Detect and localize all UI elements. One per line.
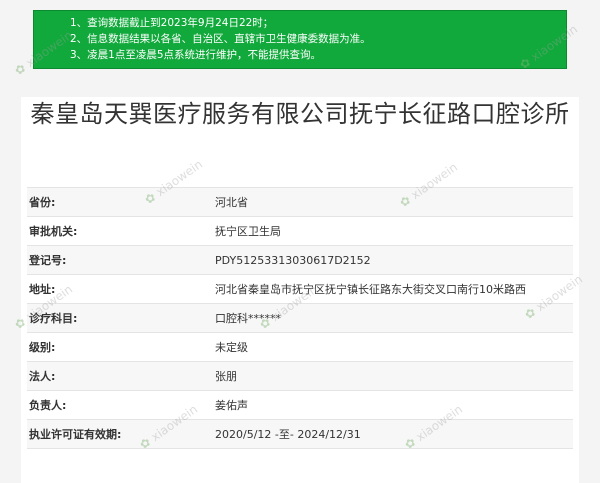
table-row-legal-person: 法人: 张朋 <box>27 362 573 391</box>
table-row-registration: 登记号: PDY51253313030617D2152 <box>27 246 573 275</box>
row-label: 级别: <box>29 341 56 354</box>
row-label: 诊疗科目: <box>29 312 78 325</box>
table-row-level: 级别: 未定级 <box>27 333 573 362</box>
row-label: 法人: <box>29 370 56 383</box>
notice-line-3: 3、凌晨1点至凌晨5点系统进行维护，不能提供查询。 <box>70 49 322 61</box>
notice-line-1: 1、查询数据截止到2023年9月24日22时； <box>70 17 274 29</box>
row-value: PDY51253313030617D2152 <box>215 253 371 267</box>
row-value: 抚宁区卫生局 <box>215 225 281 238</box>
row-label: 审批机关: <box>29 225 78 238</box>
table-row-province: 省份: 河北省 <box>27 188 573 217</box>
row-value: 河北省秦皇岛市抚宁区抚宁镇长征路东大街交叉口南行10米路西 <box>215 283 526 296</box>
leaf-logo-icon: ✿ <box>12 60 29 78</box>
table-row-departments: 诊疗科目: 口腔科****** <box>27 304 573 333</box>
row-value: 张朋 <box>215 370 237 383</box>
row-label: 省份: <box>29 196 56 209</box>
notice-line-2: 2、信息数据结果以各省、自治区、直辖市卫生健康委数据为准。 <box>70 33 371 45</box>
row-value: 2020/5/12 -至- 2024/12/31 <box>215 428 361 441</box>
row-label: 负责人: <box>29 399 67 412</box>
notice-banner: 1、查询数据截止到2023年9月24日22时； 2、信息数据结果以各省、自治区、… <box>33 10 567 69</box>
row-value: 口腔科****** <box>215 312 281 325</box>
table-row-person-in-charge: 负责人: 姜佑声 <box>27 391 573 420</box>
clinic-info-card: 秦皇岛天巽医疗服务有限公司抚宁长征路口腔诊所 省份: 河北省 审批机关: 抚宁区… <box>21 97 579 483</box>
row-label: 登记号: <box>29 254 67 267</box>
row-label: 地址: <box>29 283 56 296</box>
row-label: 执业许可证有效期: <box>29 428 122 441</box>
row-value: 未定级 <box>215 341 248 354</box>
info-table: 省份: 河北省 审批机关: 抚宁区卫生局 登记号: PDY51253313030… <box>27 187 573 449</box>
table-row-address: 地址: 河北省秦皇岛市抚宁区抚宁镇长征路东大街交叉口南行10米路西 <box>27 275 573 304</box>
page-title: 秦皇岛天巽医疗服务有限公司抚宁长征路口腔诊所 <box>30 100 570 128</box>
table-row-license-validity: 执业许可证有效期: 2020/5/12 -至- 2024/12/31 <box>27 420 573 449</box>
row-value: 姜佑声 <box>215 399 248 412</box>
row-value: 河北省 <box>215 196 248 209</box>
table-row-authority: 审批机关: 抚宁区卫生局 <box>27 217 573 246</box>
